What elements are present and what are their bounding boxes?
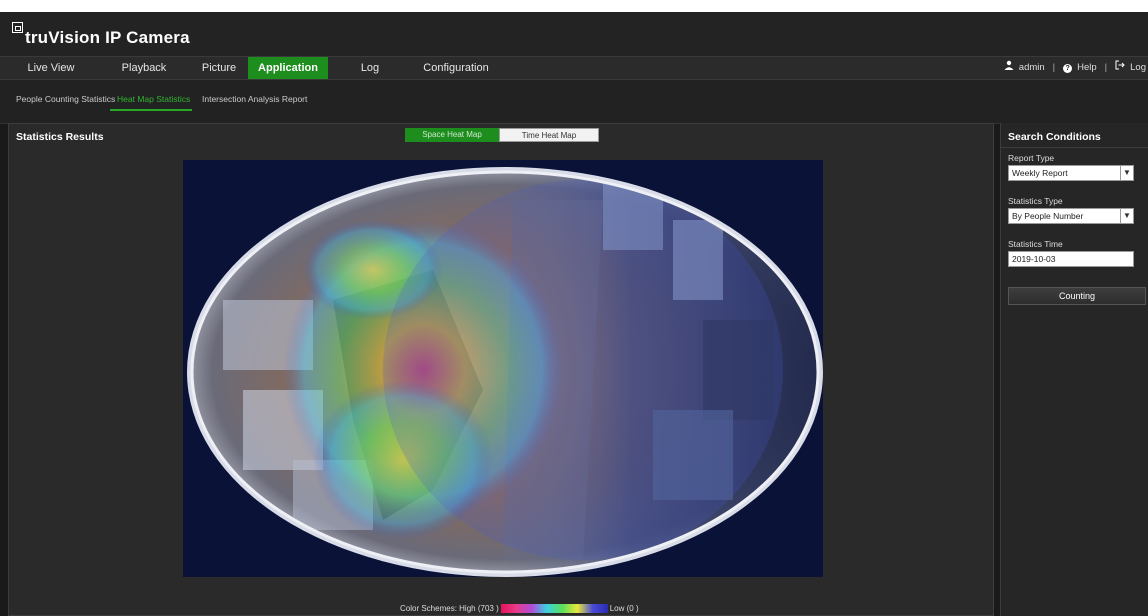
subnav-intersection-analysis[interactable]: Intersection Analysis Report <box>202 94 307 104</box>
color-scheme-legend: Color Schemes: High (703 ) Low (0 ) <box>400 602 639 614</box>
counting-button[interactable]: Counting <box>1008 287 1146 305</box>
main-nav: Live View Playback Picture Application L… <box>0 56 1148 80</box>
nav-live-view[interactable]: Live View <box>8 57 94 79</box>
divider <box>1001 147 1148 148</box>
space-heat-map-toggle[interactable]: Space Heat Map <box>405 128 499 142</box>
subnav-heat-map[interactable]: Heat Map Statistics <box>117 94 190 104</box>
username-link[interactable]: admin <box>1019 57 1045 79</box>
nav-application[interactable]: Application <box>248 57 328 79</box>
brand-logo: truVision IP Camera <box>12 20 190 48</box>
separator: | <box>1104 62 1108 73</box>
logout-link[interactable]: Log <box>1130 57 1146 79</box>
help-link[interactable]: Help <box>1077 57 1097 79</box>
legend-gradient <box>500 603 608 613</box>
heat-map-image <box>183 160 823 577</box>
nav-playback[interactable]: Playback <box>100 57 188 79</box>
app-window: truVision IP Camera Live View Playback P… <box>0 12 1148 616</box>
chevron-down-icon[interactable]: ▼ <box>1120 166 1133 180</box>
statistics-type-label: Statistics Type <box>1008 196 1063 206</box>
fisheye-heat-map <box>187 167 823 577</box>
brand-name: truVision IP Camera <box>25 28 190 47</box>
logo-mark-icon <box>12 22 23 33</box>
header-bar: truVision IP Camera <box>0 12 1148 56</box>
legend-high: High (703 ) <box>459 603 499 613</box>
logout-icon <box>1115 57 1125 79</box>
time-heat-map-toggle[interactable]: Time Heat Map <box>499 128 599 142</box>
active-tab-underline <box>110 109 192 111</box>
report-type-select[interactable]: Weekly Report ▼ <box>1008 165 1134 181</box>
statistics-type-select[interactable]: By People Number ▼ <box>1008 208 1134 224</box>
search-conditions-panel: Search Conditions Report Type Weekly Rep… <box>1000 123 1148 616</box>
subnav-people-counting[interactable]: People Counting Statistics <box>16 94 115 104</box>
nav-configuration[interactable]: Configuration <box>406 57 506 79</box>
statistics-time-input[interactable]: 2019-10-03 <box>1008 251 1134 267</box>
report-type-label: Report Type <box>1008 153 1055 163</box>
legend-low: Low (0 ) <box>609 603 639 613</box>
search-conditions-title: Search Conditions <box>1008 131 1101 143</box>
user-bar: admin | ? Help | Log <box>1004 57 1148 79</box>
help-icon: ? <box>1063 63 1073 73</box>
user-icon <box>1004 57 1014 79</box>
statistics-time-label: Statistics Time <box>1008 239 1063 249</box>
statistics-type-value: By People Number <box>1012 211 1084 221</box>
nav-log[interactable]: Log <box>340 57 400 79</box>
sub-nav: People Counting Statistics Heat Map Stat… <box>0 80 1148 124</box>
legend-label: Color Schemes: <box>400 603 457 613</box>
chevron-down-icon[interactable]: ▼ <box>1120 209 1133 223</box>
separator: | <box>1052 62 1056 73</box>
panel-title: Statistics Results <box>16 131 104 143</box>
statistics-panel: Statistics Results Space Heat Map Time H… <box>8 123 994 616</box>
report-type-value: Weekly Report <box>1012 168 1068 178</box>
